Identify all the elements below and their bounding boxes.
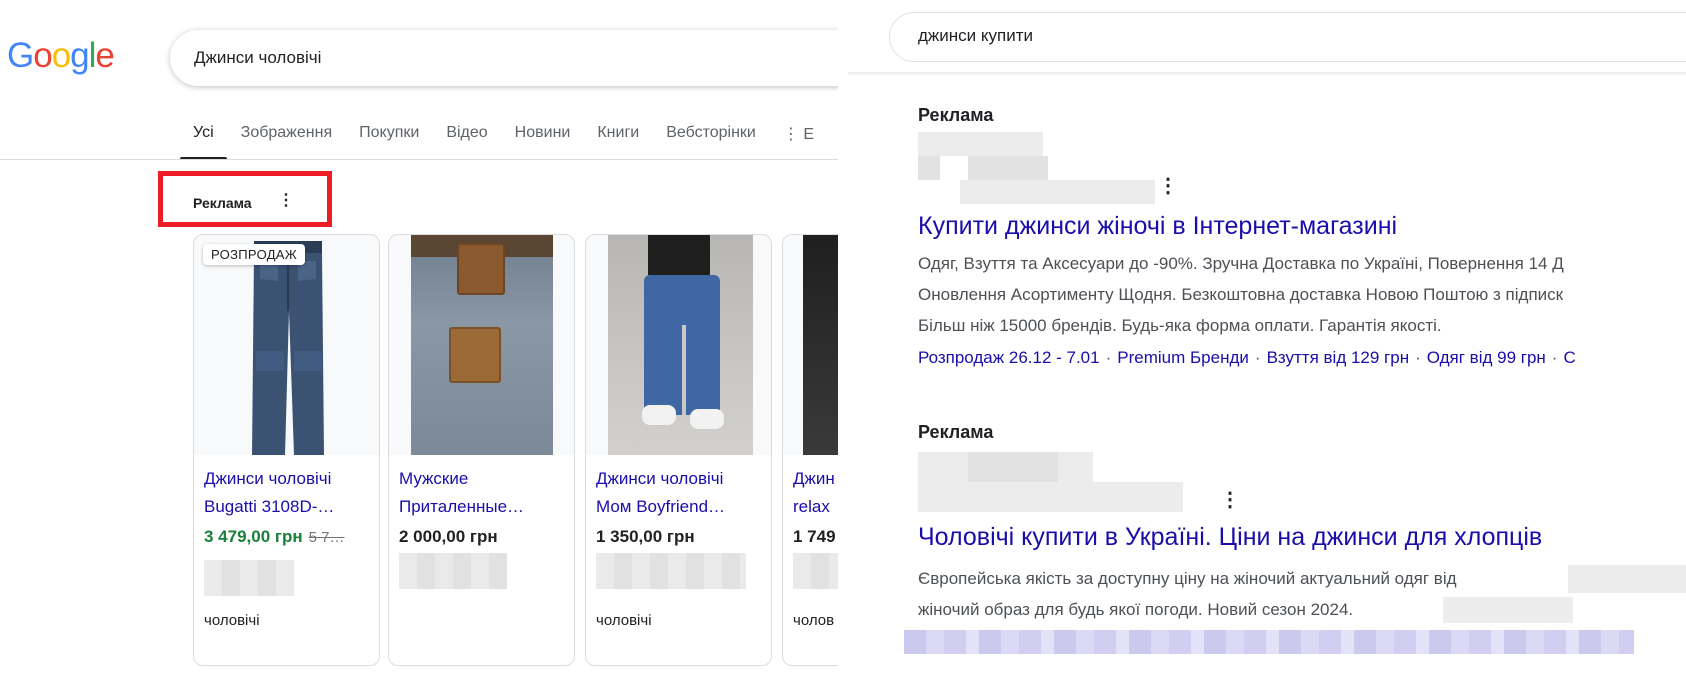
ad-description-line: Європейська якість за доступну ціну на ж… bbox=[918, 569, 1457, 588]
product-title-line: Приталенные… bbox=[399, 497, 525, 516]
logo-letter: o bbox=[33, 36, 52, 75]
blurred-merchant bbox=[204, 560, 294, 596]
product-image bbox=[389, 235, 574, 455]
tab-images[interactable]: Зображення bbox=[241, 124, 332, 160]
sitelink[interactable]: Розпродаж 26.12 - 7.01 bbox=[918, 348, 1100, 367]
product-card[interactable]: Мужские Приталенные… 2 000,00 грн bbox=[388, 234, 575, 666]
product-title-line: Джинси чоловічі bbox=[204, 469, 332, 488]
ad-label: Реклама bbox=[918, 105, 994, 125]
blurred-text bbox=[1568, 565, 1686, 593]
product-title[interactable]: Джинси чоловічі Bugatti 3108D-… bbox=[204, 465, 354, 521]
product-title-line: Джинси чоловічі bbox=[596, 469, 724, 488]
product-category: чолов bbox=[793, 612, 835, 629]
ad-description-line: Більш ніж 15000 брендів. Будь-яка форма … bbox=[918, 316, 1442, 335]
more-options-icon[interactable]: ⋮ bbox=[278, 193, 294, 209]
ad-description: Європейська якість за доступну ціну на ж… bbox=[918, 563, 1457, 625]
blurred-advertiser bbox=[968, 156, 1048, 182]
blurred-advertiser bbox=[918, 132, 1043, 156]
left-screenshot: Google Джинси чоловічі Усі Зображення По… bbox=[0, 0, 838, 692]
logo-letter: e bbox=[95, 36, 114, 75]
jeans-image bbox=[803, 235, 838, 455]
product-image bbox=[586, 235, 771, 455]
blurred-merchant bbox=[596, 553, 746, 589]
product-title-line: relax bbox=[793, 497, 830, 516]
tab-more[interactable]: ⋮ Е bbox=[783, 124, 814, 160]
product-image bbox=[783, 235, 838, 455]
product-card[interactable]: РОЗПРОДАЖ Джинси чоловічі Bugatti 3108D-… bbox=[193, 234, 380, 666]
sitelink[interactable]: Взуття від 129 грн bbox=[1267, 348, 1410, 367]
google-logo[interactable]: Google bbox=[7, 36, 115, 76]
jeans-image bbox=[252, 241, 324, 455]
product-title-line: Bugatti 3108D-… bbox=[204, 497, 335, 516]
ad-description-line: жіночий образ для будь якої погоди. Нови… bbox=[918, 600, 1354, 619]
blurred-merchant bbox=[399, 553, 507, 589]
product-title-line: Мужские bbox=[399, 469, 469, 488]
sale-badge: РОЗПРОДАЖ bbox=[203, 244, 306, 265]
search-input[interactable]: Джинси чоловічі bbox=[170, 30, 838, 86]
old-price: 5 7… bbox=[308, 529, 345, 546]
product-title[interactable]: Джин relax bbox=[793, 465, 838, 521]
more-options-icon[interactable]: ⋮ bbox=[1158, 176, 1178, 196]
right-screenshot: джинси купити Реклама ⋮ Купити джинси жі… bbox=[848, 0, 1686, 692]
search-query: Джинси чоловічі bbox=[194, 48, 322, 67]
product-price: 2 000,00 грн bbox=[399, 527, 498, 546]
blurred-advertiser bbox=[968, 452, 1058, 482]
product-image: РОЗПРОДАЖ bbox=[194, 235, 379, 455]
blurred-merchant bbox=[793, 553, 838, 589]
sale-price: 3 479,00 грн bbox=[204, 527, 303, 546]
tab-shopping[interactable]: Покупки bbox=[359, 124, 419, 160]
tab-news[interactable]: Новини bbox=[515, 124, 571, 160]
product-card[interactable]: Джинси чоловічі Мом Boyfriend… 1 350,00 … bbox=[585, 234, 772, 666]
logo-letter: l bbox=[88, 36, 97, 75]
ad-sitelinks: Розпродаж 26.12 - 7.01 · Premium Бренди · Вз… bbox=[918, 348, 1576, 367]
header-shadow bbox=[848, 72, 1686, 76]
ad-title-link[interactable]: Чоловічі купити в Україні. Ціни на джинс… bbox=[918, 523, 1542, 552]
blurred-advertiser bbox=[918, 156, 940, 180]
ad-description-line: Одяг, Взуття та Аксесуари до -90%. Зручн… bbox=[918, 254, 1564, 273]
blurred-sitelinks bbox=[904, 630, 1634, 654]
jeans-image bbox=[411, 235, 553, 455]
tab-all[interactable]: Усі bbox=[180, 124, 227, 160]
blurred-advertiser bbox=[960, 180, 1155, 204]
search-query: джинси купити bbox=[918, 26, 1034, 45]
tab-videos[interactable]: Відео bbox=[446, 124, 487, 160]
tabs-divider bbox=[0, 159, 838, 160]
product-title[interactable]: Мужские Приталенные… bbox=[399, 465, 549, 521]
tab-books[interactable]: Книги bbox=[597, 124, 639, 160]
ad-description: Одяг, Взуття та Аксесуари до -90%. Зручн… bbox=[918, 248, 1564, 341]
product-title[interactable]: Джинси чоловічі Мом Boyfriend… bbox=[596, 465, 746, 521]
search-input[interactable]: джинси купити bbox=[889, 12, 1686, 62]
logo-letter: g bbox=[70, 36, 89, 75]
product-title-line: Джин bbox=[793, 469, 835, 488]
ad-title-link[interactable]: Купити джинси жіночі в Інтернет-магазині bbox=[918, 212, 1397, 241]
sitelink[interactable]: Одяг від 99 грн bbox=[1427, 348, 1546, 367]
blurred-advertiser bbox=[918, 482, 1183, 512]
product-price: 3 479,00 грн 5 7… bbox=[204, 527, 345, 547]
tab-web[interactable]: Вебсторінки bbox=[666, 124, 756, 160]
ad-description-line: Оновлення Асортименту Щодня. Безкоштовна… bbox=[918, 285, 1564, 304]
search-tabs: Усі Зображення Покупки Відео Новини Книг… bbox=[180, 124, 838, 160]
product-price: 1 350,00 грн bbox=[596, 527, 695, 546]
product-category: чоловічі bbox=[596, 612, 652, 629]
ad-label: Реклама bbox=[193, 195, 252, 211]
sitelink[interactable]: Premium Бренди bbox=[1117, 348, 1249, 367]
ad-label: Реклама bbox=[918, 422, 994, 442]
product-category: чоловічі bbox=[204, 612, 260, 629]
more-options-icon[interactable]: ⋮ bbox=[1220, 490, 1240, 510]
logo-letter: o bbox=[51, 36, 71, 75]
product-title-line: Мом Boyfriend… bbox=[596, 497, 726, 516]
product-card[interactable]: Джин relax 1 749 чолов bbox=[782, 234, 838, 666]
product-price: 1 749 bbox=[793, 527, 836, 546]
sitelink[interactable]: С bbox=[1563, 348, 1575, 367]
blurred-text bbox=[1443, 597, 1573, 623]
logo-letter: G bbox=[7, 36, 34, 75]
jeans-image bbox=[608, 235, 753, 455]
